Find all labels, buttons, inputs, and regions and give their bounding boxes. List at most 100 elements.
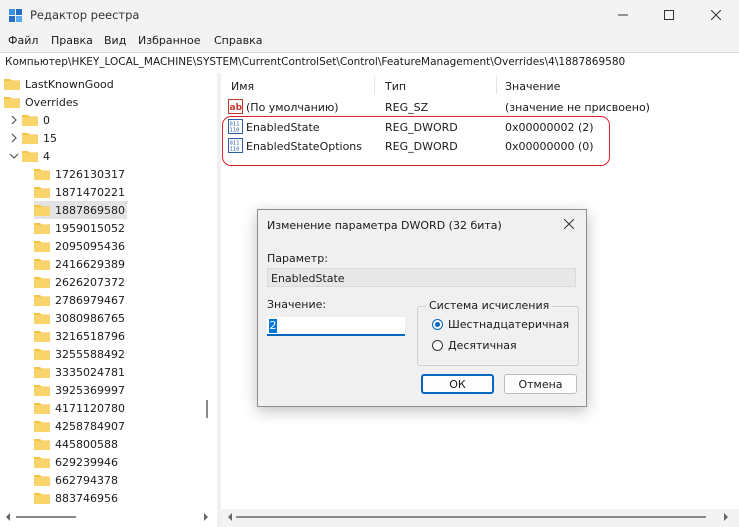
tree-item-key[interactable]: 4171120780 bbox=[34, 399, 127, 417]
tree-item-key[interactable]: 3216518796 bbox=[34, 327, 127, 345]
folder-icon bbox=[22, 115, 38, 126]
folder-icon bbox=[34, 277, 50, 288]
column-divider[interactable] bbox=[496, 76, 497, 94]
column-divider[interactable] bbox=[374, 76, 375, 94]
column-header-name[interactable]: Имя bbox=[231, 80, 254, 93]
chevron-right-icon[interactable] bbox=[9, 133, 19, 143]
menu-edit[interactable]: Правка bbox=[51, 34, 93, 47]
column-header-value[interactable]: Значение bbox=[505, 80, 560, 93]
column-header-type[interactable]: Тип bbox=[385, 80, 406, 93]
tree-item-key[interactable]: 3925369997 bbox=[34, 381, 127, 399]
tree-item-key[interactable]: 1887869580 bbox=[34, 201, 127, 219]
address-path: Компьютер\HKEY_LOCAL_MACHINE\SYSTEM\Curr… bbox=[5, 56, 626, 68]
scroll-left-icon[interactable] bbox=[226, 512, 234, 522]
folder-icon bbox=[34, 169, 50, 180]
tree-item-key[interactable]: 3080986765 bbox=[34, 309, 127, 327]
radio-hexadecimal[interactable]: Шестнадцатеричная bbox=[432, 317, 569, 331]
radio-decimal[interactable]: Десятичная bbox=[432, 338, 517, 352]
scroll-right-icon[interactable] bbox=[202, 512, 210, 522]
folder-icon bbox=[34, 385, 50, 396]
tree-item-key[interactable]: 883746956 bbox=[34, 489, 120, 507]
ok-button[interactable]: ОК bbox=[421, 374, 494, 394]
tree-item-key[interactable]: 3255588492 bbox=[34, 345, 127, 363]
menu-file[interactable]: Файл bbox=[8, 34, 38, 47]
chevron-down-icon[interactable] bbox=[9, 151, 19, 161]
scroll-left-icon[interactable] bbox=[4, 512, 12, 522]
tree-item-key[interactable]: 629239946 bbox=[34, 453, 120, 471]
tree-item-key[interactable]: 1726130317 bbox=[34, 165, 127, 183]
folder-open-icon bbox=[4, 97, 20, 108]
close-icon bbox=[564, 219, 574, 229]
menu-view[interactable]: Вид bbox=[104, 34, 126, 47]
tree-vertical-scrollbar[interactable] bbox=[206, 400, 208, 418]
tree-item-label: 0 bbox=[43, 113, 50, 127]
svg-text:ab: ab bbox=[230, 103, 243, 113]
folder-icon bbox=[34, 439, 50, 450]
base-group-label: Система исчисления bbox=[426, 299, 553, 312]
tree-item-0[interactable]: 0 bbox=[22, 111, 50, 129]
tree-item-label: Overrides bbox=[25, 95, 79, 109]
close-icon bbox=[711, 10, 721, 20]
tree-item-label: 4258784907 bbox=[55, 419, 125, 433]
value-row-default[interactable]: ab (По умолчанию) REG_SZ (значение не пр… bbox=[221, 98, 650, 116]
value-name: (По умолчанию) bbox=[246, 101, 339, 114]
tree-item-lastknowngood[interactable]: LastKnownGood bbox=[4, 75, 114, 93]
menu-help[interactable]: Справка bbox=[214, 34, 262, 47]
chevron-right-icon[interactable] bbox=[9, 115, 19, 125]
menu-bar: Файл Правка Вид Избранное Справка bbox=[0, 30, 739, 52]
tree-item-label: 3216518796 bbox=[55, 329, 125, 343]
window-title: Редактор реестра bbox=[30, 8, 140, 22]
tree-item-label: 3335024781 bbox=[55, 365, 125, 379]
maximize-button[interactable] bbox=[646, 0, 692, 30]
folder-icon bbox=[22, 133, 38, 144]
base-groupbox: Система исчисления Шестнадцатеричная Дес… bbox=[417, 299, 579, 366]
maximize-icon bbox=[664, 10, 674, 20]
registry-editor-icon bbox=[9, 9, 22, 22]
minimize-icon bbox=[618, 14, 628, 16]
tree-item-label: 2416629389 bbox=[55, 257, 125, 271]
close-button[interactable] bbox=[693, 0, 739, 30]
value-label: Значение: bbox=[267, 298, 327, 311]
tree-item-key[interactable]: 1959015052 bbox=[34, 219, 127, 237]
tree-item-key[interactable]: 2626207372 bbox=[34, 273, 127, 291]
tree-item-key[interactable]: 2786979467 bbox=[34, 291, 127, 309]
cancel-button[interactable]: Отмена bbox=[504, 374, 577, 394]
tree-horizontal-scrollbar[interactable] bbox=[16, 516, 76, 518]
tree-item-label: 2786979467 bbox=[55, 293, 125, 307]
tree-item-label: 2095095436 bbox=[55, 239, 125, 253]
tree-item-label: 445800588 bbox=[55, 437, 118, 451]
tree-item-4[interactable]: 4 bbox=[22, 147, 50, 165]
tree-item-key[interactable]: 4258784907 bbox=[34, 417, 127, 435]
radio-unchecked-icon[interactable] bbox=[432, 339, 443, 351]
radio-checked-icon[interactable] bbox=[432, 318, 443, 330]
value-data-input[interactable] bbox=[267, 317, 405, 336]
tree-item-label: 4171120780 bbox=[55, 401, 125, 415]
menu-favorites[interactable]: Избранное bbox=[138, 34, 200, 47]
scroll-right-icon[interactable] bbox=[722, 512, 730, 522]
tree-pane[interactable]: LastKnownGood Overrides 0 15 4 172613031… bbox=[0, 73, 217, 509]
folder-icon bbox=[34, 205, 50, 216]
folder-icon bbox=[34, 493, 50, 504]
folder-icon bbox=[34, 187, 50, 198]
tree-item-key[interactable]: 2095095436 bbox=[34, 237, 127, 255]
tree-item-key[interactable]: 3335024781 bbox=[34, 363, 127, 381]
folder-open-icon bbox=[22, 151, 38, 162]
list-horizontal-scrollbar[interactable] bbox=[236, 516, 706, 518]
tree-item-key[interactable]: 662794378 bbox=[34, 471, 120, 489]
tree-item-key[interactable]: 445800588 bbox=[34, 435, 120, 453]
parameter-name-field: EnabledState bbox=[267, 268, 576, 287]
folder-icon bbox=[34, 349, 50, 360]
folder-icon bbox=[4, 79, 20, 90]
tree-item-label: 629239946 bbox=[55, 455, 118, 469]
minimize-button[interactable] bbox=[600, 0, 646, 30]
address-bar[interactable]: Компьютер\HKEY_LOCAL_MACHINE\SYSTEM\Curr… bbox=[0, 52, 739, 74]
tree-item-15[interactable]: 15 bbox=[22, 129, 57, 147]
dialog-close-button[interactable] bbox=[558, 214, 580, 234]
tree-item-label: LastKnownGood bbox=[25, 77, 114, 91]
folder-icon bbox=[34, 403, 50, 414]
tree-item-key[interactable]: 1871470221 bbox=[34, 183, 127, 201]
string-value-icon: ab bbox=[228, 99, 243, 114]
tree-item-overrides[interactable]: Overrides bbox=[4, 93, 78, 111]
tree-item-label: 883746956 bbox=[55, 491, 118, 505]
tree-item-key[interactable]: 2416629389 bbox=[34, 255, 127, 273]
